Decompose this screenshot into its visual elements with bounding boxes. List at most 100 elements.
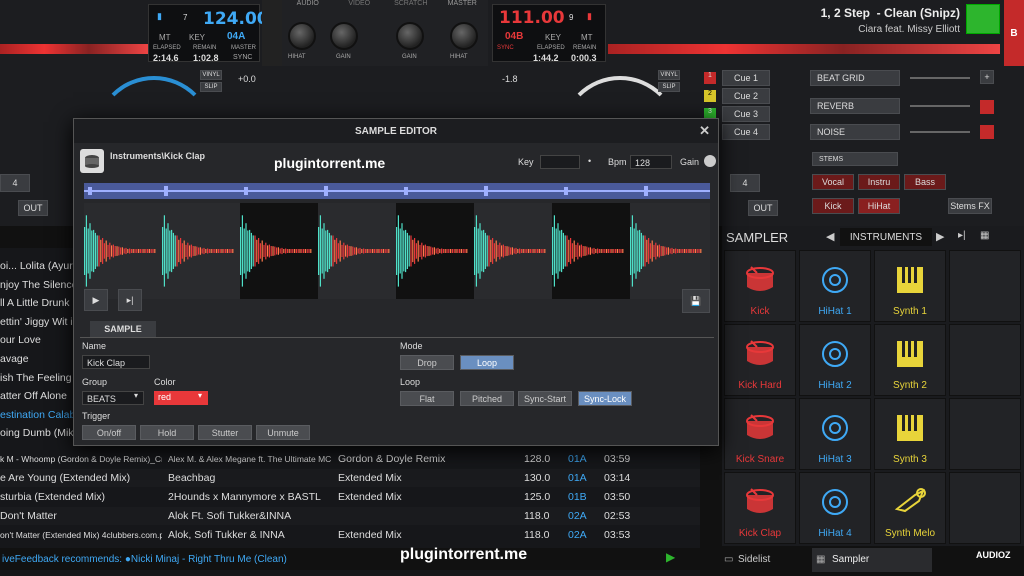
sampler-pad[interactable] (949, 324, 1021, 396)
library-row-title[interactable]: njoy The Silence (0, 279, 74, 297)
library-row-title[interactable]: our Love (0, 334, 74, 352)
play-button[interactable]: ▶ (84, 289, 108, 311)
right-mt-label[interactable]: MT (581, 33, 593, 42)
stems-selector[interactable]: STEMS (812, 152, 898, 166)
right-key-lock-icon[interactable]: ▮ (587, 11, 592, 22)
tab-sidelist[interactable]: Sidelist (738, 554, 770, 565)
bank-next-icon[interactable]: ▶ (936, 230, 944, 243)
library-row-title[interactable]: oing Dumb (Mik (0, 427, 74, 445)
stem-vocal-button[interactable]: Vocal (812, 174, 854, 190)
right-hihat-knob[interactable] (450, 22, 478, 50)
mt-label[interactable]: MT (159, 33, 171, 42)
sampler-pad[interactable]: Synth 3 (874, 398, 946, 470)
tab-video[interactable]: VIDEO (334, 0, 386, 12)
vinyl-button[interactable]: VINYL (200, 70, 222, 80)
mode-loop-button[interactable]: Loop (460, 355, 514, 370)
cue-2-marker[interactable]: 2 (704, 90, 716, 102)
fx-1-plus-icon[interactable]: + (980, 70, 994, 84)
left-key-value[interactable]: 04A (227, 31, 245, 42)
tab-sampler[interactable]: Sampler (832, 554, 869, 565)
sampler-pad[interactable]: Synth 1 (874, 250, 946, 322)
sampler-pad[interactable]: Kick Hard (724, 324, 796, 396)
sampler-pad[interactable]: HiHat 3 (799, 398, 871, 470)
library-row-title[interactable]: ll A Little Drunk (0, 297, 74, 315)
left-waveform[interactable] (0, 44, 148, 54)
right-gain-knob[interactable] (396, 22, 424, 50)
stem-hihat-button[interactable]: HiHat (858, 198, 900, 214)
trigger-onoff-button[interactable]: On/off (82, 425, 136, 440)
grid-view-icon[interactable]: ▦ (980, 230, 989, 241)
table-row[interactable]: e Are Young (Extended Mix) Beachbag Extend… (0, 469, 700, 487)
cue-1-button[interactable]: Cue 1 (722, 70, 770, 86)
right-slip-button[interactable]: SLIP (658, 82, 680, 92)
cue-3-button[interactable]: Cue 3 (722, 106, 770, 122)
sync-label[interactable]: SYNC (233, 54, 252, 61)
cue-2-button[interactable]: Cue 2 (722, 88, 770, 104)
name-input[interactable]: Kick Clap (82, 355, 150, 369)
left-loop-size[interactable]: 4 (0, 174, 30, 192)
library-row-title[interactable]: atter Off Alone (0, 390, 74, 408)
library-row-title[interactable]: ish The Feeling (0, 372, 74, 390)
overview-waveform[interactable] (84, 183, 710, 199)
fx-slider-1[interactable] (910, 77, 970, 79)
fx-slider-2[interactable] (910, 105, 970, 107)
fx-3-toggle-icon[interactable] (980, 125, 994, 139)
fx-noise[interactable]: NOISE (810, 124, 900, 140)
sampler-pad[interactable]: Kick Clap (724, 472, 796, 544)
sampler-pad[interactable]: Kick Snare (724, 398, 796, 470)
bank-prev-icon[interactable]: ◀ (826, 230, 834, 243)
right-loop-out[interactable]: OUT (748, 200, 778, 216)
stems-fx-button[interactable]: Stems FX (948, 198, 992, 214)
library-row-title[interactable]: estination Calab (0, 409, 74, 427)
tab-scratch[interactable]: SCRATCH (385, 0, 437, 12)
skip-icon[interactable]: ▸| (958, 230, 966, 241)
skip-forward-button[interactable]: ▸| (118, 289, 142, 311)
library-row-title[interactable]: avage (0, 353, 74, 371)
fx-beatgrid[interactable]: BEAT GRID (810, 70, 900, 86)
trigger-stutter-button[interactable]: Stutter (198, 425, 252, 440)
left-pitch-strip[interactable] (262, 0, 282, 66)
mode-drop-button[interactable]: Drop (400, 355, 454, 370)
sampler-pad[interactable] (949, 250, 1021, 322)
sampler-pad[interactable]: HiHat 2 (799, 324, 871, 396)
right-sync-label[interactable]: SYNC (497, 45, 514, 51)
slip-button[interactable]: SLIP (200, 82, 222, 92)
editor-title-bar[interactable]: SAMPLE EDITOR ✕ (74, 119, 718, 143)
sampler-pad[interactable]: HiHat 1 (799, 250, 871, 322)
tab-master[interactable]: MASTER (437, 0, 489, 12)
live-feedback-bar[interactable]: iveFeedback recommends: ●Nicki Minaj - R… (0, 548, 700, 570)
cue-4-button[interactable]: Cue 4 (722, 124, 770, 140)
gain-knob-icon[interactable] (704, 155, 716, 167)
table-row[interactable]: sturbia (Extended Mix) 2Hounds x Mannymor… (0, 488, 700, 506)
stem-kick-button[interactable]: Kick (812, 198, 854, 214)
close-icon[interactable]: ✕ (699, 123, 710, 139)
sampler-pad[interactable] (949, 398, 1021, 470)
loop-flat-button[interactable]: Flat (400, 391, 454, 406)
sampler-pad[interactable]: Kick (724, 250, 796, 322)
key-lock-icon[interactable]: ▮ (157, 11, 162, 22)
right-loop-size[interactable]: 4 (730, 174, 760, 192)
loop-pitched-button[interactable]: Pitched (460, 391, 514, 406)
table-row[interactable]: Don't Matter Alok Ft. Sofi Tukker&INNA 118… (0, 507, 700, 525)
sampler-pad[interactable] (949, 472, 1021, 544)
tab-audio[interactable]: AUDIO (282, 0, 334, 12)
fx-2-toggle-icon[interactable] (980, 100, 994, 114)
tab-sampler-bg[interactable] (812, 548, 932, 572)
loop-synclock-button[interactable]: Sync-Lock (578, 391, 632, 406)
stem-bass-button[interactable]: Bass (904, 174, 946, 190)
tab-sample[interactable]: SAMPLE (90, 321, 156, 337)
sampler-pad[interactable]: Synth Melo (874, 472, 946, 544)
library-row-title[interactable]: oi... Lolita (Ayur (0, 260, 74, 278)
trigger-unmute-button[interactable]: Unmute (256, 425, 310, 440)
table-row[interactable]: on't Matter (Extended Mix) 4clubbers.com… (0, 526, 700, 544)
key-field[interactable] (540, 155, 580, 169)
cue-1-marker[interactable]: 1 (704, 72, 716, 84)
right-waveform[interactable] (608, 44, 1000, 54)
library-row-title[interactable]: ettin' Jiggy Wit i (0, 316, 74, 334)
left-loop-out[interactable]: OUT (18, 200, 48, 216)
bpm-field[interactable]: 128 (630, 155, 672, 169)
fx-reverb[interactable]: REVERB (810, 98, 900, 114)
sampler-pad[interactable]: HiHat 4 (799, 472, 871, 544)
trigger-hold-button[interactable]: Hold (140, 425, 194, 440)
main-waveform[interactable] (84, 203, 710, 299)
